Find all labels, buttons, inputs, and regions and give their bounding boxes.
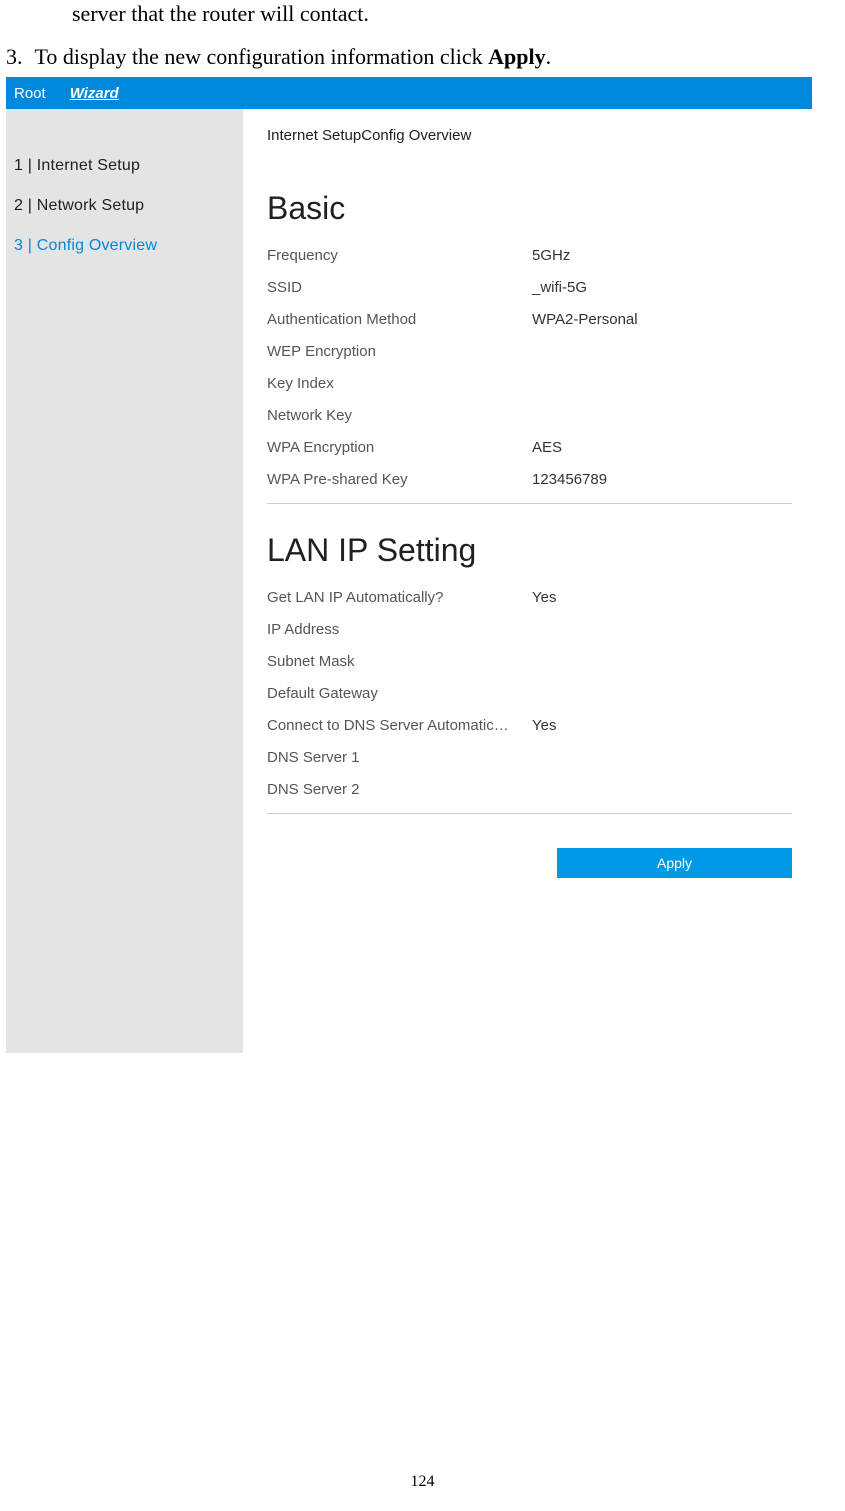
row-wpaenc: WPA Encryption AES <box>267 439 792 456</box>
subnet-label: Subnet Mask <box>267 653 532 670</box>
dns2-label: DNS Server 2 <box>267 781 532 798</box>
row-keyindex: Key Index <box>267 375 792 392</box>
auth-label: Authentication Method <box>267 311 532 328</box>
keyindex-label: Key Index <box>267 375 532 392</box>
wpapsk-label: WPA Pre-shared Key <box>267 471 532 488</box>
dnsauto-value: Yes <box>532 717 556 734</box>
doc-step-3: 3. To display the new configuration infor… <box>0 29 845 72</box>
auth-value: WPA2-Personal <box>532 311 638 328</box>
sidebar-item-internet-setup[interactable]: 1 | Internet Setup <box>14 157 243 175</box>
frequency-label: Frequency <box>267 247 532 264</box>
doc-fragment-text: server that the router will contact. <box>0 0 845 29</box>
sidebar-item-network-setup[interactable]: 2 | Network Setup <box>14 197 243 215</box>
router-ui-screenshot: Root Wizard 1 | Internet Setup 2 | Netwo… <box>6 77 812 1053</box>
ssid-value: _wifi-5G <box>532 279 587 296</box>
lan-divider <box>267 813 792 814</box>
row-ip: IP Address <box>267 621 792 638</box>
basic-divider <box>267 503 792 504</box>
wep-label: WEP Encryption <box>267 343 532 360</box>
row-frequency: Frequency 5GHz <box>267 247 792 264</box>
frequency-value: 5GHz <box>532 247 570 264</box>
doc-step-text-b: . <box>546 44 552 69</box>
wizard-link[interactable]: Wizard <box>70 85 119 102</box>
row-dns1: DNS Server 1 <box>267 749 792 766</box>
basic-section-title: Basic <box>267 190 792 227</box>
wpaenc-value: AES <box>532 439 562 456</box>
getauto-value: Yes <box>532 589 556 606</box>
row-dnsauto: Connect to DNS Server Automatic… Yes <box>267 717 792 734</box>
dnsauto-label: Connect to DNS Server Automatic… <box>267 717 532 734</box>
page-number: 124 <box>0 1473 845 1511</box>
row-dns2: DNS Server 2 <box>267 781 792 798</box>
dns1-label: DNS Server 1 <box>267 749 532 766</box>
content-panel: Internet SetupConfig Overview Basic Freq… <box>243 109 812 1053</box>
breadcrumb: Internet SetupConfig Overview <box>267 127 792 144</box>
gateway-label: Default Gateway <box>267 685 532 702</box>
row-netkey: Network Key <box>267 407 792 424</box>
ssid-label: SSID <box>267 279 532 296</box>
sidebar: 1 | Internet Setup 2 | Network Setup 3 |… <box>6 109 243 1053</box>
lan-section-title: LAN IP Setting <box>267 532 792 569</box>
row-wpapsk: WPA Pre-shared Key 123456789 <box>267 471 792 488</box>
topbar: Root Wizard <box>6 77 812 109</box>
apply-button[interactable]: Apply <box>557 848 792 878</box>
root-link[interactable]: Root <box>14 85 46 102</box>
wpapsk-value: 123456789 <box>532 471 607 488</box>
doc-step-num: 3. <box>6 44 23 69</box>
row-getauto: Get LAN IP Automatically? Yes <box>267 589 792 606</box>
row-ssid: SSID _wifi-5G <box>267 279 792 296</box>
netkey-label: Network Key <box>267 407 532 424</box>
main-area: 1 | Internet Setup 2 | Network Setup 3 |… <box>6 109 812 1053</box>
doc-step-text-a: To display the new configuration informa… <box>35 44 489 69</box>
wpaenc-label: WPA Encryption <box>267 439 532 456</box>
doc-step-bold: Apply <box>488 44 545 69</box>
sidebar-item-config-overview[interactable]: 3 | Config Overview <box>14 237 243 255</box>
ip-label: IP Address <box>267 621 532 638</box>
row-wep: WEP Encryption <box>267 343 792 360</box>
row-auth: Authentication Method WPA2-Personal <box>267 311 792 328</box>
row-subnet: Subnet Mask <box>267 653 792 670</box>
row-gateway: Default Gateway <box>267 685 792 702</box>
getauto-label: Get LAN IP Automatically? <box>267 589 532 606</box>
